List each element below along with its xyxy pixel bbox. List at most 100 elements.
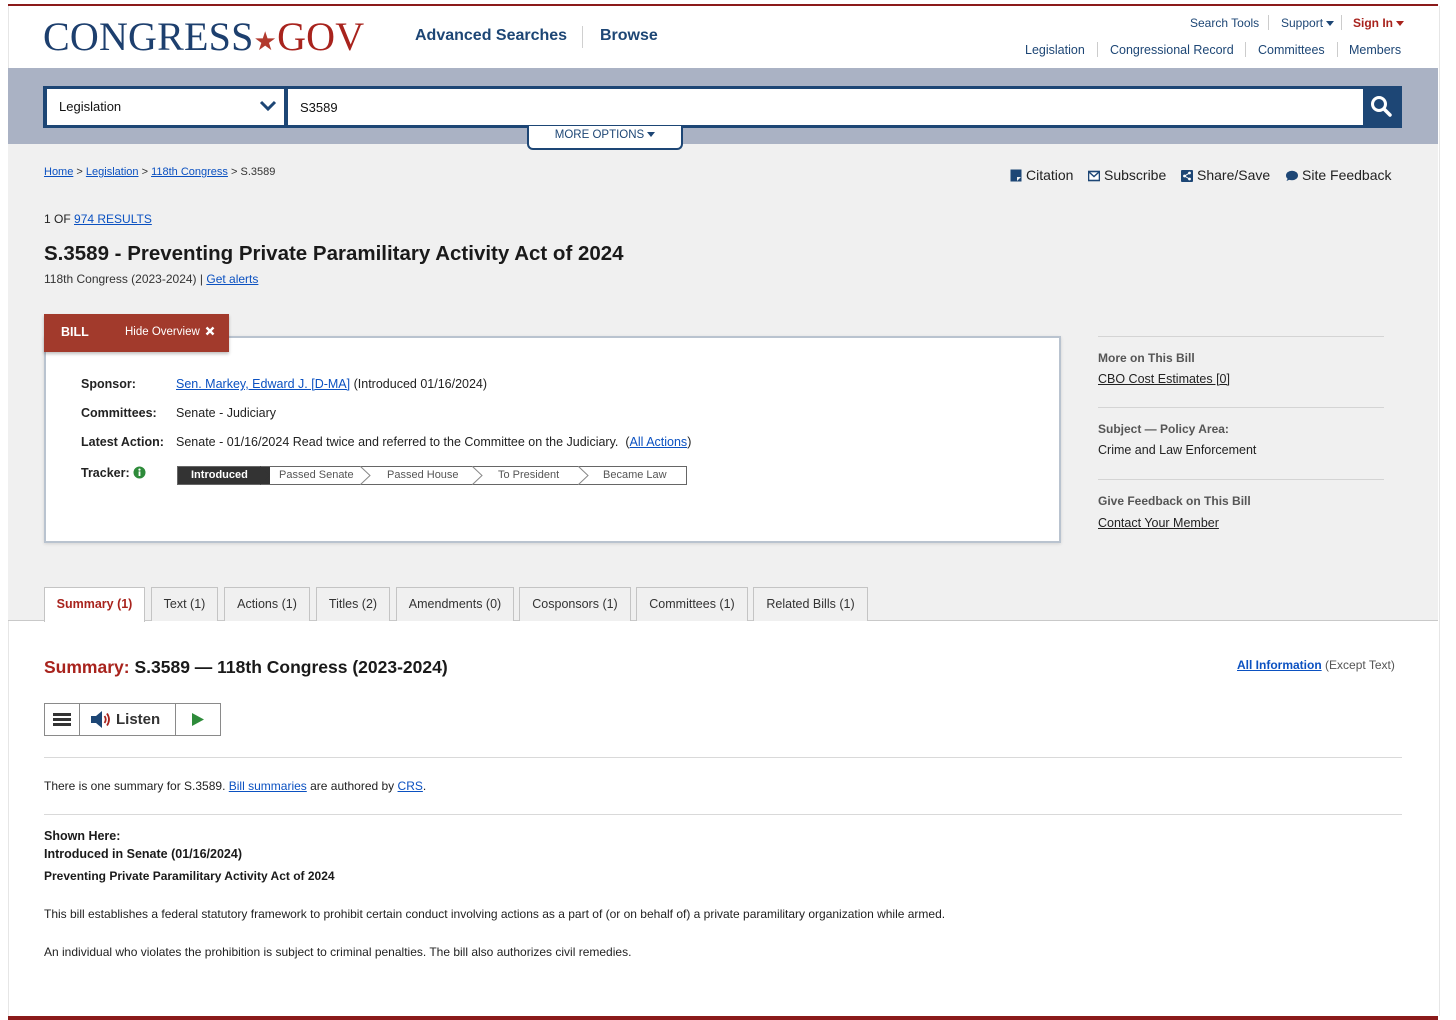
citation-icon [1010,169,1022,182]
play-icon[interactable] [176,704,220,735]
nav-advanced-searches[interactable]: Advanced Searches [415,27,567,45]
more-options-label: MORE OPTIONS [554,129,645,141]
congress-gov-logo[interactable]: CONGRESS★GOV [43,14,364,65]
subscribe-label: Subscribe [1104,167,1167,183]
tab-summary[interactable]: Summary (1) [44,587,145,622]
get-alerts-link[interactable]: Get alerts [206,272,258,286]
latest-action-value: Senate - 01/16/2024 Read twice and refer… [176,435,691,449]
crs-link[interactable]: CRS [398,779,423,793]
subscribe-button[interactable]: Subscribe [1088,167,1166,183]
quick-link-committees[interactable]: Committees [1258,43,1325,57]
tab-committees[interactable]: Committees (1) [636,587,748,621]
breadcrumb-home[interactable]: Home [44,166,73,178]
summary-paragraph: This bill establishes a federal statutor… [44,907,946,921]
congress-line: 118th Congress (2023-2024) | Get alerts [44,272,258,286]
share-save-button[interactable]: Share/Save [1181,167,1270,183]
tab-actions[interactable]: Actions (1) [224,587,310,621]
paren: ) [687,435,692,449]
citation-label: Citation [1026,167,1074,183]
tab-related-bills[interactable]: Related Bills (1) [753,587,868,621]
summary-version: Introduced in Senate (01/16/2024) [44,847,242,861]
summary-count-prefix: There is one summary for S.3589. [44,779,226,793]
quick-separator [1245,42,1246,57]
quick-link-congressional-record[interactable]: Congressional Record [1110,43,1234,57]
bottom-rule [8,1016,1438,1020]
listen-label[interactable]: Listen [116,711,160,728]
all-actions-link[interactable]: All Actions [630,435,688,449]
divider: | [199,272,204,286]
listen-menu-button[interactable] [45,704,80,735]
breadcrumb-sep: > [141,166,148,178]
content-divider [44,757,1402,758]
latest-action-text: Senate - 01/16/2024 Read twice and refer… [176,435,619,449]
tab-amendments[interactable]: Amendments (0) [396,587,514,621]
caret-down-icon [1396,21,1404,27]
congress-session: 118th Congress (2023-2024) [44,272,197,286]
summary-heading: Summary: S.3589 — 118th Congress (2023-2… [44,657,448,678]
policy-area-value: Crime and Law Enforcement [1098,443,1257,457]
breadcrumb-legislation[interactable]: Legislation [86,166,139,178]
results-link[interactable]: 974 RESULTS [74,212,152,226]
tab-cosponsors[interactable]: Cosponsors (1) [519,587,631,621]
sidebar-divider [1098,407,1384,408]
cbo-cost-estimates-link[interactable]: CBO Cost Estimates [0] [1098,372,1230,386]
sponsor-link[interactable]: Sen. Markey, Edward J. [D-MA] [176,377,350,391]
breadcrumb-congress[interactable]: 118th Congress [151,166,228,178]
share-icon [1181,170,1193,182]
tracker-arrow [472,466,483,485]
logo-gov: GOV [277,14,365,59]
tracker-step-passed-senate: Passed Senate [279,469,354,481]
logo-star-icon: ★ [253,27,278,56]
close-icon [205,326,215,336]
caret-down-icon [1326,21,1335,27]
search-input[interactable] [288,89,1363,125]
menu-icon [53,713,71,726]
breadcrumb-sep: > [230,166,238,178]
quick-separator [1097,42,1098,57]
tracker-arrow [360,466,371,485]
quick-separator [1337,42,1338,57]
sign-in-menu[interactable]: Sign In [1353,16,1404,30]
search-button[interactable] [1364,89,1399,125]
sidebar-divider [1098,479,1384,480]
share-save-label: Share/Save [1197,167,1271,183]
top-rule [8,4,1438,6]
summary-heading-prefix: Summary: [44,657,130,677]
tracker-step-to-president: To President [498,469,560,481]
summary-heading-text: S.3589 — 118th Congress (2023-2024) [134,657,448,677]
tab-text[interactable]: Text (1) [151,587,218,621]
tab-titles[interactable]: Titles (2) [316,587,390,621]
logo-main: CONGRESS [43,14,254,59]
sign-in-label: Sign In [1353,16,1393,30]
quick-link-members[interactable]: Members [1349,43,1401,57]
content-divider [44,814,1402,815]
contact-your-member-link[interactable]: Contact Your Member [1098,516,1219,530]
more-options-tab[interactable]: MORE OPTIONS [527,126,683,150]
site-feedback-label: Site Feedback [1302,167,1392,183]
search-tools-link[interactable]: Search Tools [1190,16,1259,30]
hide-overview-button[interactable]: Hide Overview [125,326,215,338]
all-information-suffix: (Except Text) [1325,658,1395,672]
info-icon[interactable] [133,466,146,479]
speaker-icon[interactable] [89,710,113,729]
breadcrumb-current: S.3589 [240,166,276,178]
quick-link-legislation[interactable]: Legislation [1025,43,1085,57]
latest-action-label: Latest Action: [81,435,164,449]
all-information-link[interactable]: All Information [1237,658,1322,672]
sidebar-divider [1098,336,1384,337]
citation-button[interactable]: Citation [1010,167,1073,183]
util-separator [1341,15,1342,30]
summary-count-text: There is one summary for S.3589. Bill su… [44,779,426,793]
period: . [422,779,427,793]
sponsor-introduced: (Introduced 01/16/2024) [353,377,488,391]
sponsor-label: Sponsor: [81,377,136,391]
search-icon [1371,96,1392,117]
breadcrumb: Home > Legislation > 118th Congress > S.… [44,166,275,178]
site-feedback-button[interactable]: Site Feedback [1285,167,1392,183]
support-menu[interactable]: Support [1281,16,1335,30]
bill-summaries-link[interactable]: Bill summaries [229,779,307,793]
chevron-down-icon[interactable] [259,99,277,113]
results-counter: 1 OF 974 RESULTS [44,212,152,226]
nav-browse[interactable]: Browse [600,27,658,45]
tracker-arrow [578,466,589,485]
